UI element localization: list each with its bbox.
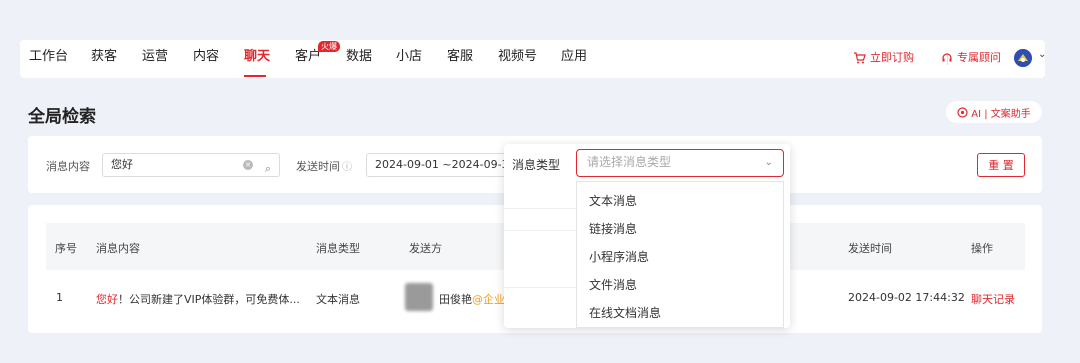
- chat-record-link[interactable]: 聊天记录: [971, 291, 1015, 307]
- col-action: 操作: [971, 240, 993, 256]
- row-sender: 田俊艳@企业f: [439, 291, 509, 307]
- row-content: 您好！公司新建了VIP体验群，可免费体...: [96, 291, 300, 307]
- nav-item-operations[interactable]: 运营: [142, 49, 168, 65]
- message-type-label: 消息类型: [512, 156, 560, 173]
- option-link[interactable]: 链接消息: [589, 220, 637, 237]
- nav-item-service[interactable]: 客服: [447, 49, 473, 65]
- advisor-label: 专属顾问: [957, 51, 1001, 65]
- message-type-popover: 消息类型 请选择消息类型 ⌄ 文本消息 链接消息 小程序消息 文件消息 在线文档…: [504, 144, 790, 328]
- chevron-down-icon: ⌄: [765, 150, 773, 175]
- col-content: 消息内容: [96, 240, 140, 256]
- nav-item-acquire[interactable]: 获客: [91, 49, 117, 65]
- divider: [504, 208, 576, 209]
- col-type: 消息类型: [316, 240, 360, 256]
- headset-icon: [941, 52, 953, 64]
- option-file[interactable]: 文件消息: [589, 276, 637, 293]
- row-type: 文本消息: [316, 291, 360, 307]
- option-text[interactable]: 文本消息: [589, 192, 637, 209]
- col-index: 序号: [55, 240, 77, 256]
- time-label: 发送时间ⓘ: [296, 158, 352, 174]
- keyword-label: 消息内容: [46, 158, 90, 174]
- user-avatar[interactable]: [1014, 49, 1032, 67]
- col-time: 发送时间: [848, 240, 892, 256]
- info-icon: ⓘ: [342, 162, 352, 173]
- reset-button[interactable]: 重 置: [977, 153, 1025, 177]
- advisor-link[interactable]: 专属顾问: [941, 51, 1001, 65]
- search-icon[interactable]: ⌕: [265, 158, 271, 180]
- message-type-options: 文本消息 链接消息 小程序消息 文件消息 在线文档消息: [576, 181, 784, 328]
- nav-item-chat[interactable]: 聊天: [244, 49, 270, 65]
- buy-now-label: 立即订购: [870, 51, 914, 65]
- option-online-doc[interactable]: 在线文档消息: [589, 304, 661, 321]
- clear-icon[interactable]: ✕: [243, 160, 253, 170]
- nav-item-shop[interactable]: 小店: [396, 49, 422, 65]
- col-sender: 发送方: [409, 240, 442, 256]
- message-type-select[interactable]: 请选择消息类型 ⌄: [576, 149, 784, 177]
- nav-item-apps[interactable]: 应用: [561, 49, 587, 65]
- page-title: 全局检索: [28, 102, 96, 127]
- row-index: 1: [56, 291, 63, 304]
- keyword-value: 您好: [111, 158, 133, 171]
- ai-icon: [957, 107, 968, 118]
- nav-item-channels[interactable]: 视频号: [498, 49, 537, 65]
- active-tab-underline: [244, 75, 266, 77]
- option-miniprogram[interactable]: 小程序消息: [589, 248, 649, 265]
- buy-now-link[interactable]: 立即订购: [853, 51, 914, 65]
- ai-copywriting-button[interactable]: AI | 文案助手: [946, 101, 1042, 123]
- nav-item-content[interactable]: 内容: [193, 49, 219, 65]
- nav-item-workbench[interactable]: 工作台: [29, 49, 68, 65]
- hot-badge: 火爆: [318, 41, 340, 52]
- divider: [504, 230, 576, 231]
- divider: [504, 287, 576, 288]
- sender-avatar: [405, 283, 433, 311]
- message-type-placeholder: 请选择消息类型: [587, 155, 671, 169]
- date-range-input[interactable]: 2024-09-01 ~2024-09-30: [366, 153, 516, 177]
- keyword-input[interactable]: 您好 ✕ ⌕: [102, 153, 280, 177]
- nav-item-data[interactable]: 数据: [346, 49, 372, 65]
- top-nav: 工作台 获客 运营 内容 聊天 客户 火爆 数据 小店 客服 视频号 应用 立即…: [20, 40, 1045, 78]
- ai-button-label: AI | 文案助手: [971, 105, 1031, 120]
- cart-icon: [853, 52, 866, 64]
- row-time: 2024-09-02 17:44:32: [848, 291, 965, 304]
- chevron-down-icon[interactable]: ⌄: [1038, 49, 1046, 60]
